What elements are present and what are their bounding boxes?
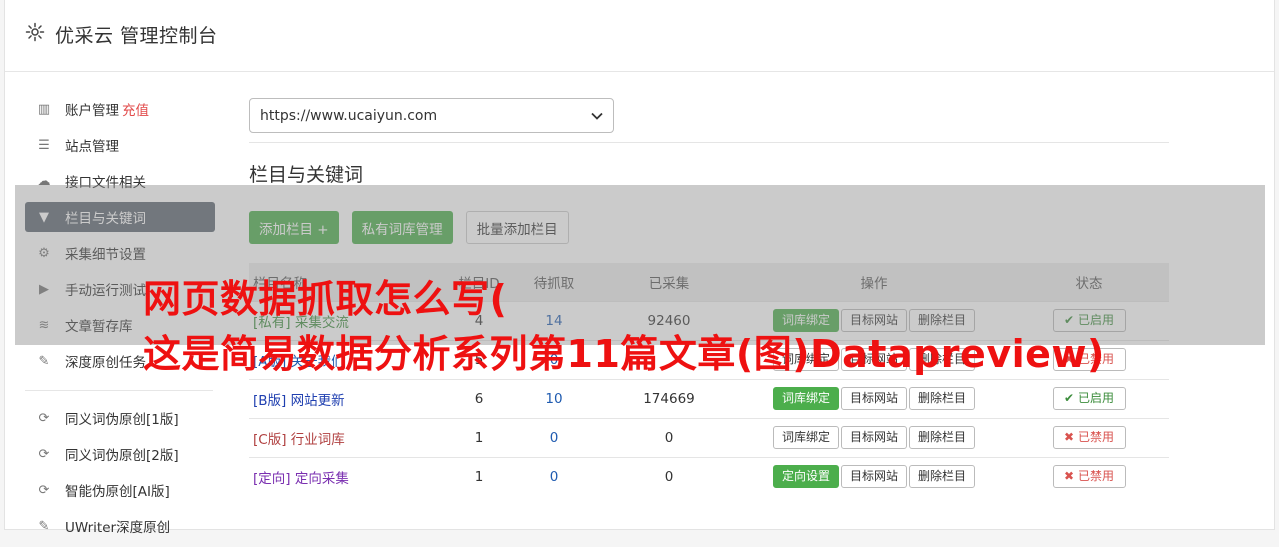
sidebar-item-sites[interactable]: ☰ 站点管理 <box>25 130 215 160</box>
column-id: 1 <box>449 456 509 496</box>
column-name-cell[interactable]: [定向] 定向采集 <box>249 456 449 496</box>
refresh-icon: ⟳ <box>38 482 50 498</box>
column-name: 定向采集 <box>294 470 349 487</box>
pending-count[interactable]: 10 <box>509 378 599 418</box>
bind-dictionary-button[interactable]: 定向设置 <box>772 465 839 489</box>
sidebar-item-account[interactable]: ▥ 账户管理 充值 <box>25 94 215 124</box>
sidebar-item-label: 深度原创任务 <box>65 355 146 371</box>
chevron-down-icon <box>591 112 603 120</box>
actions-cell: 词库绑定 目标网站 删除栏目 <box>739 417 1009 457</box>
sidebar-item-label: 智能伪原创[AI版] <box>65 484 170 500</box>
table-row: [B版] 网站更新 6 10 174669 词库绑定 目标网站 删除栏目 ✔ 已启用 <box>249 378 1169 418</box>
sidebar-item-label: 站点管理 <box>65 139 119 155</box>
x-icon: ✖ <box>1064 430 1075 444</box>
section-title: 栏目与关键词 <box>249 164 364 186</box>
status-label: 已禁用 <box>1077 469 1114 484</box>
sidebar-item-synonym-v2[interactable]: ⟳ 同义词伪原创[2版] <box>25 439 215 469</box>
column-id: 1 <box>449 417 509 457</box>
sidebar-item-label: 账户管理 <box>65 103 119 119</box>
status-label: 已启用 <box>1077 391 1114 405</box>
top-bar: 优采云 管理控制台 <box>5 0 1274 72</box>
table-row: [C版] 行业词库 1 0 0 词库绑定 目标网站 删除栏目 ✖ 已禁用 <box>249 417 1169 457</box>
bar-chart-icon: ▥ <box>37 101 51 117</box>
status-label: 已禁用 <box>1077 430 1114 444</box>
bind-dictionary-button[interactable]: 词库绑定 <box>772 387 839 410</box>
edit-icon: ✎ <box>38 353 50 369</box>
app-title: 优采云 管理控制台 <box>55 25 218 47</box>
column-id: 6 <box>449 378 509 418</box>
sidebar-item-label: 同义词伪原创[2版] <box>65 448 179 464</box>
refresh-icon: ⟳ <box>38 410 50 426</box>
status-toggle[interactable]: ✔ 已启用 <box>1052 387 1126 410</box>
overlay-caption: 网页数据抓取怎么写( 这是简易数据分析系列第11篇文章(图)Dataprevie… <box>143 272 1105 382</box>
pending-count[interactable]: 0 <box>509 417 599 457</box>
delete-column-button[interactable]: 删除栏目 <box>909 426 976 449</box>
recharge-link[interactable]: 充值 <box>122 99 149 119</box>
collected-count: 174669 <box>599 378 739 418</box>
table-row: [定向] 定向采集 1 0 0 定向设置 目标网站 删除栏目 ✖ 已禁用 <box>249 456 1169 496</box>
site-select[interactable]: https://www.ucaiyun.com <box>249 98 614 133</box>
delete-column-button[interactable]: 删除栏目 <box>909 465 976 489</box>
column-name: 网站更新 <box>290 392 345 409</box>
divider <box>249 142 1169 143</box>
sidebar-divider <box>25 390 213 391</box>
sidebar-item-label: 同义词伪原创[1版] <box>65 412 179 428</box>
collected-count: 0 <box>599 456 739 496</box>
column-name: 行业词库 <box>290 431 345 448</box>
target-site-button[interactable]: 目标网站 <box>840 465 907 489</box>
actions-cell: 词库绑定 目标网站 删除栏目 <box>739 378 1009 418</box>
caption-line-1: 网页数据抓取怎么写( <box>143 277 508 321</box>
status-cell: ✖ 已禁用 <box>1009 417 1169 457</box>
status-cell: ✖ 已禁用 <box>1009 456 1169 496</box>
refresh-icon: ⟳ <box>38 446 50 462</box>
gear-icon <box>25 22 45 42</box>
delete-column-button[interactable]: 删除栏目 <box>909 387 976 410</box>
column-tag: [定向] <box>253 470 291 487</box>
sidebar-item-label: UWriter深度原创 <box>65 520 171 536</box>
edit-icon: ✎ <box>38 518 50 534</box>
check-icon: ✔ <box>1064 391 1075 405</box>
target-site-button[interactable]: 目标网站 <box>840 426 907 449</box>
sidebar-item-synonym-v1[interactable]: ⟳ 同义词伪原创[1版] <box>25 403 215 433</box>
sidebar-item-ai-rewrite[interactable]: ⟳ 智能伪原创[AI版] <box>25 475 215 505</box>
caption-line-2: 这是简易数据分析系列第11篇文章(图)Datapreview) <box>143 332 1105 376</box>
status-toggle[interactable]: ✖ 已禁用 <box>1052 426 1126 449</box>
sidebar-item-uwriter[interactable]: ✎ UWriter深度原创 <box>25 511 215 541</box>
column-tag: [B版] <box>253 392 287 409</box>
collected-count: 0 <box>599 417 739 457</box>
site-select-value: https://www.ucaiyun.com <box>260 107 438 124</box>
column-name-cell[interactable]: [B版] 网站更新 <box>249 378 449 418</box>
bind-dictionary-button[interactable]: 词库绑定 <box>772 426 839 449</box>
server-icon: ☰ <box>38 137 50 153</box>
actions-cell: 定向设置 目标网站 删除栏目 <box>739 456 1009 496</box>
x-icon: ✖ <box>1064 469 1075 484</box>
column-name-cell[interactable]: [C版] 行业词库 <box>249 417 449 457</box>
target-site-button[interactable]: 目标网站 <box>840 387 907 410</box>
pending-count[interactable]: 0 <box>509 456 599 496</box>
status-toggle[interactable]: ✖ 已禁用 <box>1052 465 1126 489</box>
status-cell: ✔ 已启用 <box>1009 378 1169 418</box>
column-tag: [C版] <box>253 431 287 448</box>
